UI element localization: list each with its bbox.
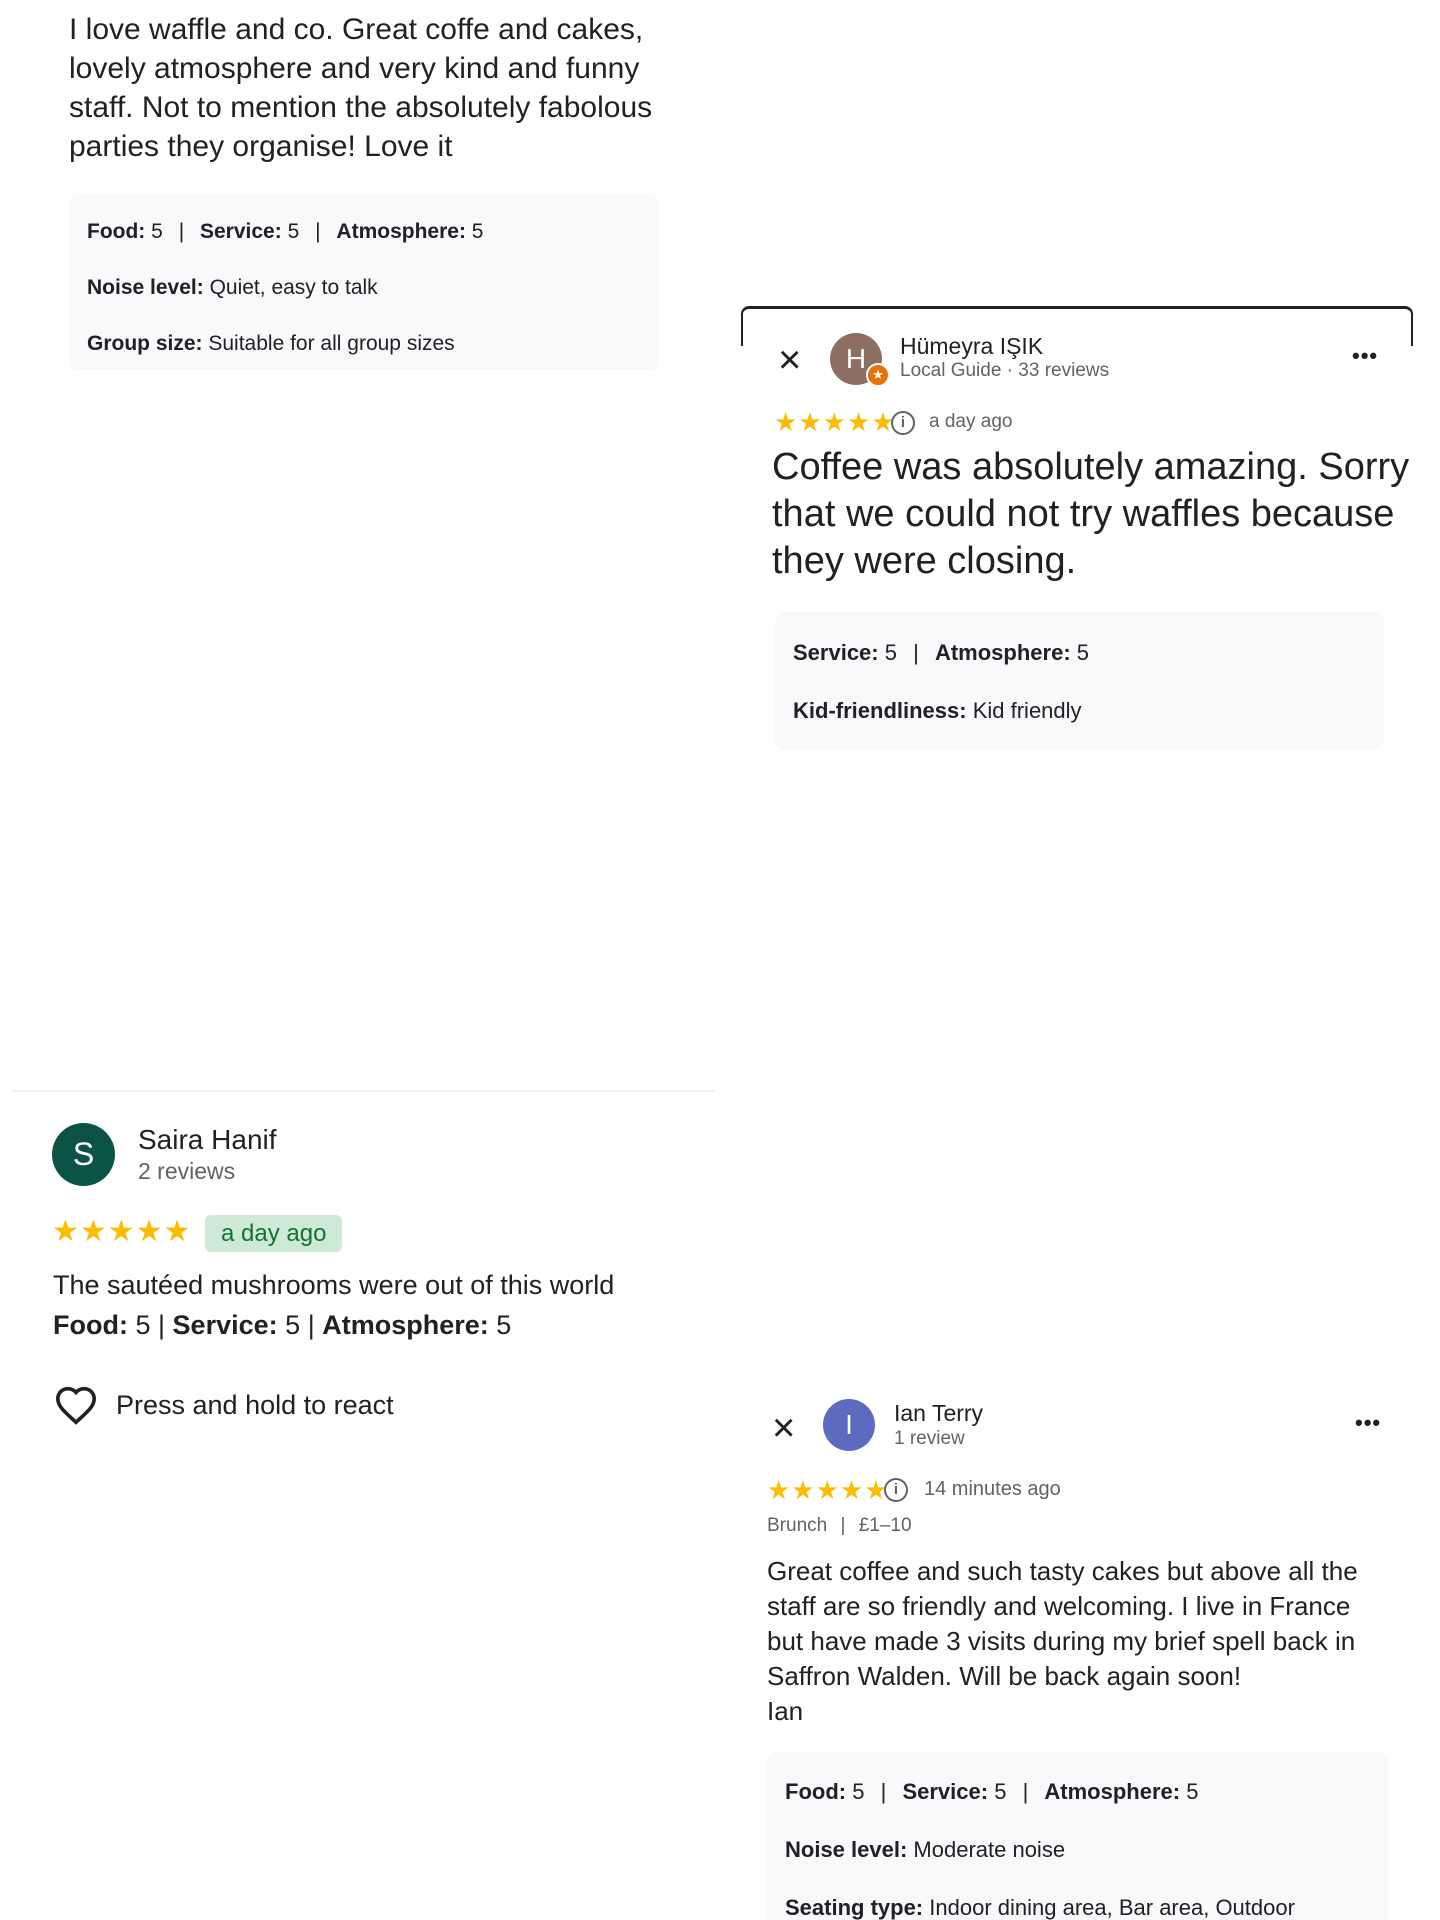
panel4-signature: Ian [767, 1696, 804, 1726]
panel4-meal-price-row: Brunch | £1–10 [767, 1515, 912, 1536]
service-label: Service: [172, 1310, 278, 1340]
react-label[interactable]: Press and hold to react [116, 1390, 394, 1421]
service-label: Service: [902, 1779, 989, 1804]
service-value: 5 [285, 1310, 301, 1340]
panel2-ratings-row: Service: 5 | Atmosphere: 5 [793, 640, 1090, 665]
atmosphere-value: 5 [471, 220, 484, 243]
panel2-more-options-icon[interactable]: ••• [1352, 343, 1378, 369]
panel2-reviewer-meta: Local Guide · 33 reviews [900, 360, 1110, 381]
panel4-reviewer-meta: 1 review [894, 1428, 965, 1449]
heart-icon[interactable] [54, 1385, 98, 1425]
atmosphere-value: 5 [1076, 640, 1090, 665]
panel2-review-text: Coffee was absolutely amazing. Sorry tha… [772, 446, 1410, 582]
group-value: Suitable for all group sizes [208, 332, 455, 355]
panel3-review-text: The sautéed mushrooms were out of this w… [53, 1270, 615, 1300]
panel2-kid-row: Kid-friendliness: Kid friendly [793, 698, 1082, 724]
panel4-review-text: Great coffee and such tasty cakes but ab… [767, 1554, 1387, 1729]
panel4-reviewer-name[interactable]: Ian Terry [894, 1400, 983, 1427]
panel3-ratings-row: Food: 5 | Service: 5 | Atmosphere: 5 [53, 1310, 512, 1340]
atmosphere-label: Atmosphere: [336, 220, 466, 243]
panel4-time-ago: 14 minutes ago [924, 1478, 1061, 1500]
panel4-avatar-letter: I [845, 1409, 853, 1440]
atmosphere-label: Atmosphere: [1044, 1779, 1181, 1804]
review-collage: I love waffle and co. Great coffe and ca… [0, 0, 1440, 1920]
panel3-avatar-letter: S [72, 1136, 95, 1172]
panel1-noise-row: Noise level: Quiet, easy to talk [87, 276, 378, 300]
panel2-reviewer-name[interactable]: Hümeyra IŞIK [900, 333, 1043, 360]
food-label: Food: [87, 220, 146, 243]
panel4-attributes-box: Food: 5 | Service: 5 | Atmosphere: 5 Noi… [767, 1752, 1388, 1920]
service-label: Service: [200, 220, 282, 243]
food-label: Food: [785, 1779, 847, 1804]
noise-value: Moderate noise [913, 1837, 1066, 1862]
panel3-divider [12, 1090, 714, 1092]
atmosphere-value: 5 [1186, 1779, 1199, 1804]
kid-value: Kid friendly [972, 698, 1082, 723]
panel4-ratings-row: Food: 5 | Service: 5 | Atmosphere: 5 [785, 1779, 1199, 1804]
panel4-noise-row: Noise level: Moderate noise [785, 1837, 1065, 1863]
kid-label: Kid-friendliness: [793, 698, 967, 723]
panel2-info-icon[interactable]: i [891, 411, 915, 435]
panel3-star-rating: ★★★★★ [52, 1215, 192, 1248]
food-label: Food: [53, 1310, 128, 1340]
atmosphere-label: Atmosphere: [934, 640, 1071, 665]
food-value: 5 [135, 1310, 151, 1340]
panel1-review-text: I love waffle and co. Great coffe and ca… [69, 13, 653, 163]
panel3-reviewer-meta: 2 reviews [138, 1158, 236, 1184]
panel1-attributes-box: Food: 5 | Service: 5 | Atmosphere: 5 Noi… [69, 194, 659, 371]
service-value: 5 [287, 220, 300, 243]
food-value: 5 [852, 1779, 865, 1804]
local-guide-star-icon: ★ [866, 363, 890, 387]
panel1-group-row: Group size: Suitable for all group sizes [87, 332, 455, 356]
panel1-ratings-row: Food: 5 | Service: 5 | Atmosphere: 5 [87, 220, 484, 243]
panel3-avatar[interactable]: S [52, 1123, 115, 1186]
panel3-reviewer-name[interactable]: Saira Hanif [138, 1124, 277, 1156]
noise-label: Noise level: [87, 276, 204, 299]
service-label: Service: [793, 640, 879, 665]
panel4-avatar[interactable]: I [823, 1399, 875, 1451]
panel4-seating-row: Seating type: Indoor dining area, Bar ar… [785, 1895, 1295, 1920]
panel2-close-icon[interactable]: × [778, 340, 801, 380]
panel2-avatar-letter: H [845, 343, 867, 374]
panel4-close-icon[interactable]: × [772, 1408, 795, 1448]
service-value: 5 [884, 640, 897, 665]
seating-label: Seating type: [785, 1895, 924, 1920]
panel2-star-rating: ★★★★★ [774, 407, 896, 437]
panel4-info-icon[interactable]: i [884, 1478, 908, 1502]
group-label: Group size: [87, 332, 203, 355]
seating-value: Indoor dining area, Bar area, Outdoor [929, 1895, 1295, 1920]
food-value: 5 [151, 220, 163, 243]
panel2-attributes-box: Service: 5 | Atmosphere: 5 Kid-friendlin… [775, 612, 1384, 750]
panel4-review-body: Great coffee and such tasty cakes but ab… [767, 1556, 1358, 1691]
meal-type: Brunch [767, 1515, 828, 1536]
noise-label: Noise level: [785, 1837, 908, 1862]
price-range: £1–10 [858, 1515, 912, 1536]
atmosphere-label: Atmosphere: [322, 1310, 489, 1340]
panel4-star-rating: ★★★★★ [767, 1475, 889, 1505]
service-value: 5 [994, 1779, 1007, 1804]
panel2-time-ago: a day ago [929, 411, 1013, 432]
panel3-time-ago-badge: a day ago [205, 1215, 343, 1252]
atmosphere-value: 5 [496, 1310, 512, 1340]
panel4-more-options-icon[interactable]: ••• [1355, 1410, 1381, 1436]
noise-value: Quiet, easy to talk [209, 276, 378, 299]
